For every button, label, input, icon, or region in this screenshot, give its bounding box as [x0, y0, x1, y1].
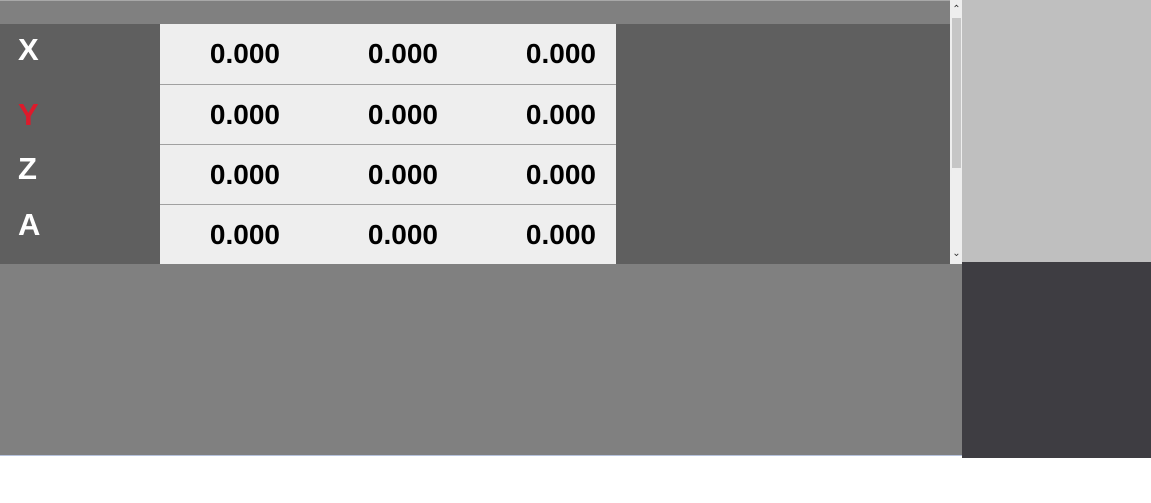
axis-row-z: 0.000 0.000 0.000 — [160, 144, 616, 205]
axis-label-column: X Y Z A — [0, 24, 160, 264]
main-panel: X Y Z A 0.000 0.000 0.000 0.000 0.000 0.… — [0, 0, 963, 455]
y-value-1[interactable]: 0.000 — [160, 99, 280, 131]
z-value-2[interactable]: 0.000 — [318, 159, 438, 191]
axis-label-x[interactable]: X — [18, 32, 58, 68]
bottom-border — [0, 455, 962, 456]
axis-label-y[interactable]: Y — [18, 97, 58, 133]
y-value-3[interactable]: 0.000 — [476, 99, 596, 131]
y-value-2[interactable]: 0.000 — [318, 99, 438, 131]
dro-display: X Y Z A 0.000 0.000 0.000 0.000 0.000 0.… — [0, 24, 950, 264]
top-strip — [0, 0, 950, 24]
axis-label-a[interactable]: A — [18, 207, 58, 243]
x-value-1[interactable]: 0.000 — [160, 38, 280, 70]
right-panel-bottom — [962, 262, 1151, 458]
z-value-3[interactable]: 0.000 — [476, 159, 596, 191]
axis-label-z[interactable]: Z — [18, 151, 58, 187]
a-value-1[interactable]: 0.000 — [160, 219, 280, 251]
scrollbar-thumb[interactable] — [952, 18, 961, 168]
a-value-3[interactable]: 0.000 — [476, 219, 596, 251]
axis-row-a: 0.000 0.000 0.000 — [160, 204, 616, 265]
a-value-2[interactable]: 0.000 — [318, 219, 438, 251]
right-panel-top — [962, 0, 1151, 262]
z-value-1[interactable]: 0.000 — [160, 159, 280, 191]
axis-row-x: 0.000 0.000 0.000 — [160, 24, 616, 84]
axis-value-grid: 0.000 0.000 0.000 0.000 0.000 0.000 0.00… — [160, 24, 616, 264]
axis-row-y: 0.000 0.000 0.000 — [160, 84, 616, 145]
x-value-3[interactable]: 0.000 — [476, 38, 596, 70]
x-value-2[interactable]: 0.000 — [318, 38, 438, 70]
